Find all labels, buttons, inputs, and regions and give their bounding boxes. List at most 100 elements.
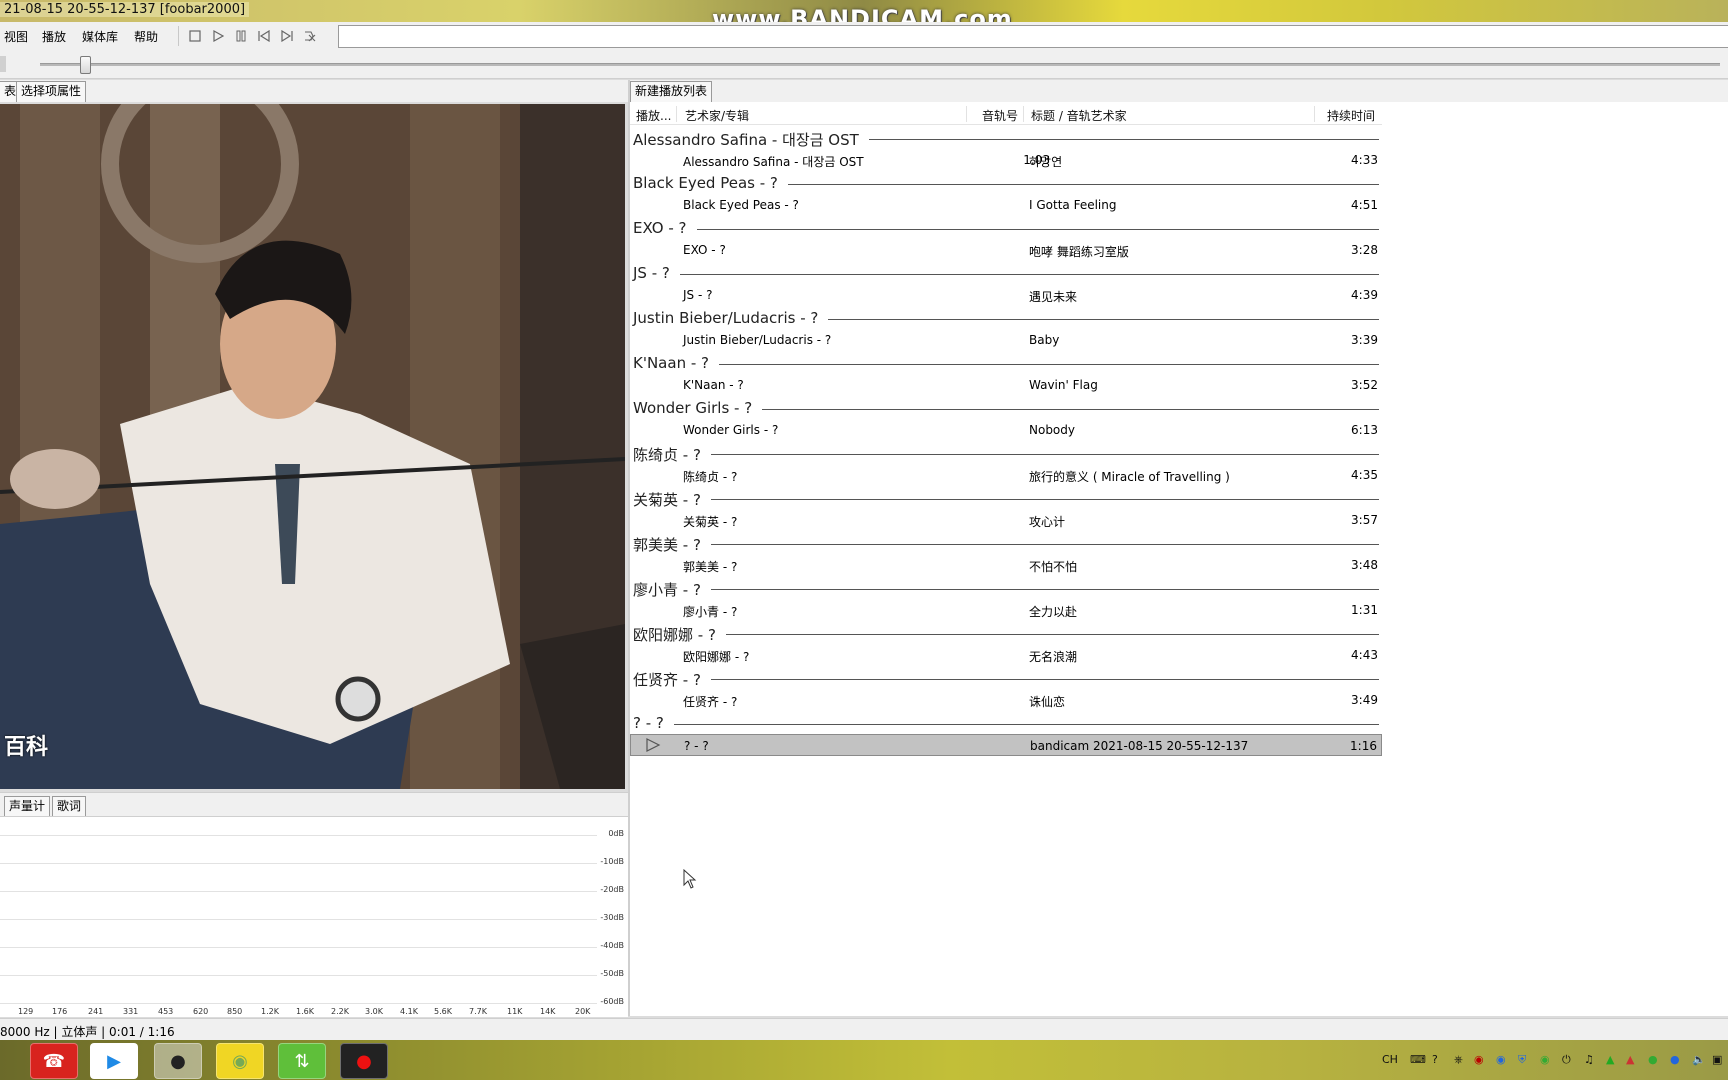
track-row[interactable]: JS - ? 遇见未来 4:39 bbox=[630, 284, 1382, 306]
album-art-image bbox=[0, 104, 625, 789]
db-label: -40dB bbox=[600, 941, 624, 950]
menu-help[interactable]: 帮助 bbox=[134, 28, 158, 45]
group-header[interactable]: Black Eyed Peas - ? bbox=[630, 171, 1382, 193]
tab-volume-meter[interactable]: 声量计 bbox=[4, 796, 51, 817]
column-duration[interactable]: 持续时间 bbox=[1327, 107, 1375, 124]
column-track-no[interactable]: 音轨号 bbox=[982, 107, 1018, 124]
track-duration: 4:51 bbox=[1351, 197, 1378, 212]
netease-music-icon[interactable]: ☎ bbox=[30, 1043, 78, 1079]
search-input[interactable] bbox=[338, 25, 1728, 48]
group-header[interactable]: ? - ? bbox=[630, 711, 1382, 733]
track-row[interactable]: 欧阳娜娜 - ? 无名浪潮 4:43 bbox=[630, 644, 1382, 666]
previous-icon[interactable] bbox=[254, 27, 274, 45]
freq-label: 331 bbox=[123, 1007, 139, 1016]
record-tray-icon[interactable]: ◉ bbox=[1474, 1053, 1484, 1066]
volume-warning-icon[interactable]: ▲ bbox=[1626, 1053, 1634, 1066]
show-desktop-icon[interactable]: ▣ bbox=[1712, 1053, 1722, 1066]
group-header[interactable]: Justin Bieber/Ludacris - ? bbox=[630, 306, 1382, 328]
column-separator[interactable] bbox=[966, 106, 967, 122]
taskbar: ☎ ▶ ● ◉ ⇅ ● CH ⌨ ? ⎈ ◉ ◉ ⛨ ◉ ⏻ ♫ ▲ ▲ ● ●… bbox=[0, 1040, 1728, 1080]
app-tray-icon[interactable]: ● bbox=[1670, 1053, 1680, 1066]
freq-label: 850 bbox=[227, 1007, 243, 1016]
menu-library[interactable]: 媒体库 bbox=[82, 28, 118, 45]
track-duration: 3:52 bbox=[1351, 377, 1378, 392]
random-icon[interactable] bbox=[300, 27, 320, 45]
mute-icon[interactable]: ♫ bbox=[1584, 1053, 1594, 1066]
power-icon[interactable]: ⏻ bbox=[1562, 1053, 1571, 1067]
seek-track[interactable] bbox=[40, 63, 1720, 66]
foobar-icon[interactable]: ● bbox=[154, 1043, 202, 1079]
play-icon[interactable] bbox=[208, 27, 228, 45]
green-ball-icon[interactable]: ◉ bbox=[216, 1043, 264, 1079]
seek-thumb[interactable] bbox=[80, 56, 92, 74]
group-header[interactable]: 陈绮贞 - ? bbox=[630, 441, 1382, 465]
track-row[interactable]: Wonder Girls - ? Nobody 6:13 bbox=[630, 419, 1382, 441]
update-icon[interactable]: ▲ bbox=[1606, 1053, 1614, 1066]
group-divider bbox=[633, 274, 1379, 275]
group-divider bbox=[633, 589, 1379, 590]
group-header[interactable]: JS - ? bbox=[630, 261, 1382, 283]
freq-label: 3.0K bbox=[365, 1007, 383, 1016]
track-row[interactable]: 关菊英 - ? 攻心计 3:57 bbox=[630, 509, 1382, 531]
shield-icon[interactable]: ⛨ bbox=[1518, 1053, 1526, 1067]
track-row[interactable]: K'Naan - ? Wavin' Flag 3:52 bbox=[630, 374, 1382, 396]
speaker-icon[interactable]: 🔈 bbox=[1692, 1053, 1706, 1066]
column-playing[interactable]: 播放... bbox=[636, 107, 671, 124]
kugou-tray-icon[interactable]: ◉ bbox=[1496, 1053, 1506, 1066]
freq-label: 453 bbox=[158, 1007, 174, 1016]
track-artist-album: 关菊英 - ? bbox=[683, 514, 738, 529]
column-separator[interactable] bbox=[1314, 106, 1315, 122]
group-header[interactable]: EXO - ? bbox=[630, 216, 1382, 238]
column-title-artist[interactable]: 标题 / 音轨艺术家 bbox=[1031, 107, 1127, 124]
tab-new-playlist[interactable]: 新建播放列表 bbox=[630, 81, 713, 102]
menu-view[interactable]: 视图 bbox=[4, 28, 28, 45]
youku-icon[interactable]: ▶ bbox=[90, 1043, 138, 1079]
db-gridline bbox=[0, 919, 597, 920]
help-icon[interactable]: ? bbox=[1432, 1053, 1438, 1066]
track-row[interactable]: 任贤齐 - ? 诛仙恋 3:49 bbox=[630, 689, 1382, 711]
group-header[interactable]: Wonder Girls - ? bbox=[630, 396, 1382, 418]
group-header[interactable]: 欧阳娜娜 - ? bbox=[630, 621, 1382, 645]
menu-playback[interactable]: 播放 bbox=[42, 28, 66, 45]
bandicam-record-icon[interactable]: ● bbox=[340, 1043, 388, 1079]
track-row[interactable]: Black Eyed Peas - ? I Gotta Feeling 4:51 bbox=[630, 194, 1382, 216]
track-title: Baby bbox=[1029, 332, 1060, 347]
track-row[interactable]: Alessandro Safina - 대장금 OST 1.03 하망연 4:33 bbox=[630, 149, 1382, 171]
tab-selection-properties[interactable]: 选择项属性 bbox=[16, 81, 87, 102]
track-artist-album: 欧阳娜娜 - ? bbox=[683, 649, 750, 664]
track-duration: 4:39 bbox=[1351, 287, 1378, 302]
tab-lyrics[interactable]: 歌词 bbox=[52, 796, 87, 817]
column-separator[interactable] bbox=[1023, 106, 1024, 122]
green-dot-icon[interactable]: ● bbox=[1648, 1053, 1658, 1066]
track-row-playing[interactable]: ? - ? bandicam 2021-08-15 20-55-12-137 1:1… bbox=[630, 733, 1382, 756]
tray-language[interactable]: CH bbox=[1382, 1053, 1398, 1066]
track-row[interactable]: 陈绮贞 - ? 旅行的意义 ( Miracle of Travelling ) 4:… bbox=[630, 464, 1382, 486]
network-icon[interactable]: ⎈ bbox=[1454, 1053, 1463, 1067]
column-separator[interactable] bbox=[676, 106, 677, 122]
sync-icon[interactable]: ⇅ bbox=[278, 1043, 326, 1079]
column-artist-album[interactable]: 艺术家/专辑 bbox=[685, 107, 749, 124]
group-divider bbox=[633, 454, 1379, 455]
db-gridline bbox=[0, 863, 597, 864]
track-row[interactable]: 郭美美 - ? 不怕不怕 3:48 bbox=[630, 554, 1382, 576]
pause-icon[interactable] bbox=[231, 27, 251, 45]
group-divider bbox=[633, 679, 1379, 680]
freq-label: 4.1K bbox=[400, 1007, 418, 1016]
track-duration: 3:28 bbox=[1351, 242, 1378, 257]
group-header[interactable]: 郭美美 - ? bbox=[630, 531, 1382, 555]
security-tray-icon[interactable]: ◉ bbox=[1540, 1053, 1550, 1066]
next-icon[interactable] bbox=[277, 27, 297, 45]
track-title: 全力以赴 bbox=[1029, 604, 1078, 619]
group-header[interactable]: 关菊英 - ? bbox=[630, 486, 1382, 510]
group-header[interactable]: 任贤齐 - ? bbox=[630, 666, 1382, 690]
stop-icon[interactable] bbox=[185, 27, 205, 45]
volume-handle[interactable] bbox=[0, 56, 6, 72]
track-row[interactable]: Justin Bieber/Ludacris - ? Baby 3:39 bbox=[630, 329, 1382, 351]
track-row[interactable]: 廖小青 - ? 全力以赴 1:31 bbox=[630, 599, 1382, 621]
db-label: -30dB bbox=[600, 913, 624, 922]
group-header[interactable]: Alessandro Safina - 대장금 OST bbox=[630, 126, 1382, 150]
group-header[interactable]: K'Naan - ? bbox=[630, 351, 1382, 373]
keyboard-icon[interactable]: ⌨ bbox=[1410, 1053, 1426, 1066]
group-header[interactable]: 廖小青 - ? bbox=[630, 576, 1382, 600]
track-row[interactable]: EXO - ? 咆哮 舞蹈练习室版 3:28 bbox=[630, 239, 1382, 261]
